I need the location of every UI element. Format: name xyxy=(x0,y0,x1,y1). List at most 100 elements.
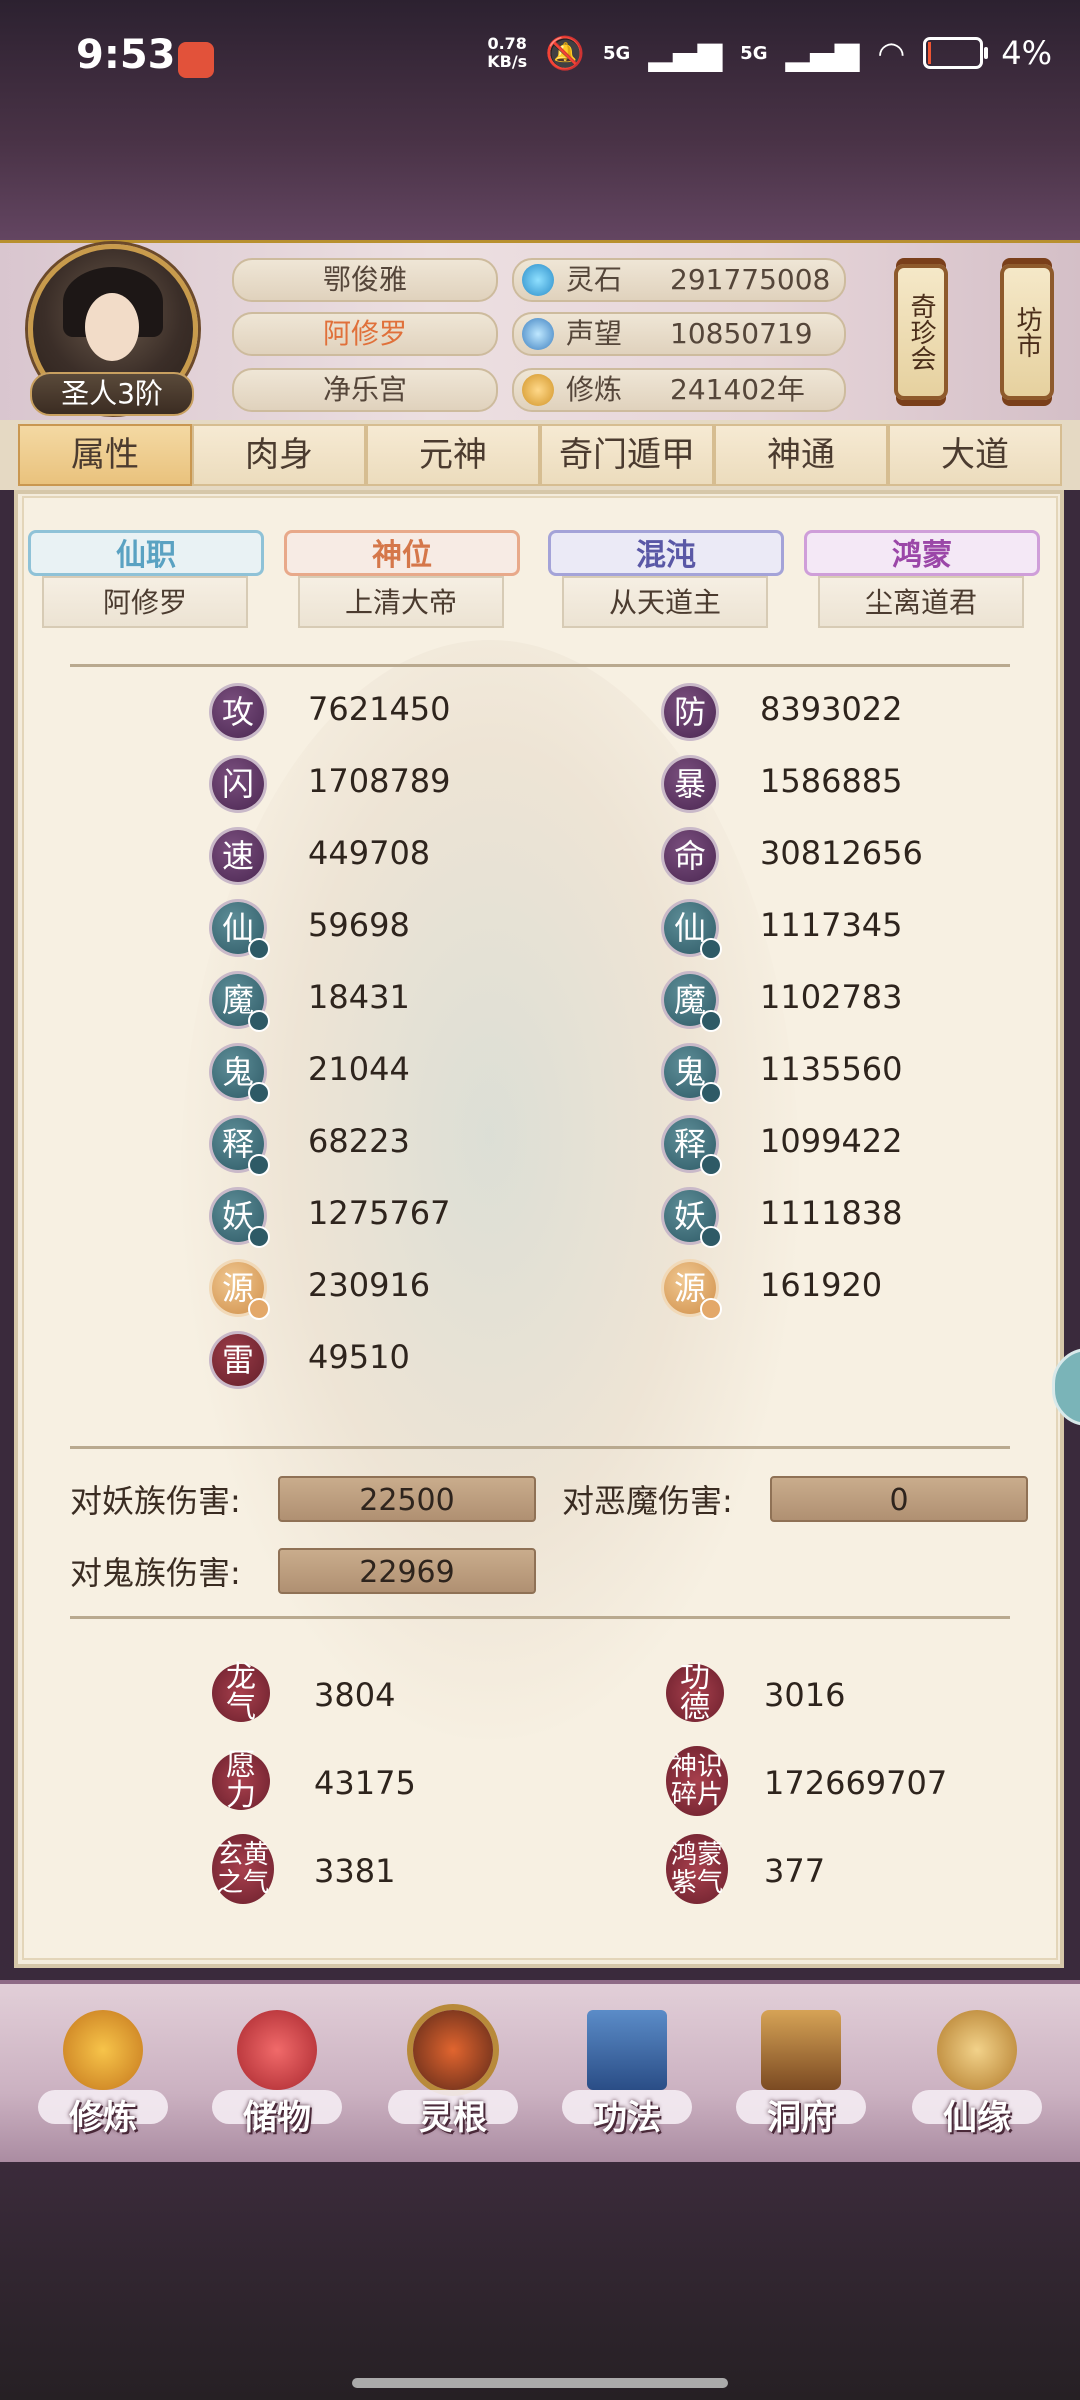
status-indicators: 0.78 KB/s 🔕 5G ▂▄▆ 5G ▂▄▆ ◠ 4% xyxy=(487,34,1052,72)
tab-primordial-spirit[interactable]: 元神 xyxy=(366,424,540,486)
xuanhuang-qi-icon: 玄黄之气 xyxy=(212,1834,274,1904)
position-immortal-office-value: 阿修罗 xyxy=(42,576,248,628)
nav-cave-abode[interactable]: 洞府 xyxy=(726,1990,876,2160)
nav-storage[interactable]: 储物 xyxy=(202,1990,352,2160)
wifi-icon: ◠ xyxy=(877,34,906,72)
technique-book-icon xyxy=(587,2010,667,2090)
nav-label: 洞府 xyxy=(767,2098,835,2138)
ghost-defense-icon: 鬼 xyxy=(664,1046,722,1104)
dodge-icon: 闪 xyxy=(212,758,264,810)
signal-5g-label-1: 5G xyxy=(603,42,631,64)
ghost-attack-value: 21044 xyxy=(308,1050,410,1088)
signal-5g-label-2: 5G xyxy=(740,42,768,64)
position-hongmeng-value: 尘离道君 xyxy=(818,576,1024,628)
resource-value: 241402年 xyxy=(670,373,805,406)
nav-immortal-fate[interactable]: 仙缘 xyxy=(902,1990,1052,2160)
market-button[interactable]: 坊市 xyxy=(1000,264,1054,400)
demon-attack-value: 18431 xyxy=(308,978,410,1016)
tab-qimen-dunjia[interactable]: 奇门遁甲 xyxy=(540,424,714,486)
ghost-damage-value: 22969 xyxy=(278,1548,536,1594)
immortal-defense-icon: 仙 xyxy=(664,902,722,960)
tab-body[interactable]: 肉身 xyxy=(192,424,366,486)
dodge-value: 1708789 xyxy=(308,762,451,800)
cave-abode-icon xyxy=(761,2010,841,2090)
thunder-value: 49510 xyxy=(308,1338,410,1376)
nav-label: 仙缘 xyxy=(943,2098,1011,2138)
monster-attack-value: 1275767 xyxy=(308,1194,451,1232)
home-indicator[interactable] xyxy=(352,2378,728,2388)
devil-damage-label: 对恶魔伤害: xyxy=(562,1482,733,1520)
character-name: 鄂俊雅 xyxy=(232,258,498,302)
nav-cultivate[interactable]: 修炼 xyxy=(28,1990,178,2160)
nav-spirit-root[interactable]: 灵根 xyxy=(378,1990,528,2160)
wish-power-value: 43175 xyxy=(314,1764,416,1802)
cultivate-icon xyxy=(63,2010,143,2090)
ghost-defense-value: 1135560 xyxy=(760,1050,903,1088)
divider xyxy=(70,1446,1010,1449)
nav-label: 灵根 xyxy=(419,2098,487,2138)
speed-value: 449708 xyxy=(308,834,431,872)
immortal-defense-value: 1117345 xyxy=(760,906,903,944)
buddhist-defense-value: 1099422 xyxy=(760,1122,903,1160)
battery-percent: 4% xyxy=(1001,34,1052,72)
position-chaos-value: 从天道主 xyxy=(562,576,768,628)
position-immortal-office-title: 仙职 xyxy=(28,530,264,576)
resource-spirit-stone: 灵石 291775008 xyxy=(512,258,846,302)
xuanhuang-qi-value: 3381 xyxy=(314,1852,396,1890)
devil-damage-value: 0 xyxy=(770,1476,1028,1522)
defense-value: 8393022 xyxy=(760,690,903,728)
net-speed-unit: KB/s xyxy=(487,52,528,71)
ghost-damage-label: 对鬼族伤害: xyxy=(70,1554,241,1592)
buddhist-attack-value: 68223 xyxy=(308,1122,410,1160)
tab-attributes[interactable]: 属性 xyxy=(18,424,192,486)
divine-sense-shard-value: 172669707 xyxy=(764,1764,948,1802)
divine-sense-shard-icon: 神识碎片 xyxy=(666,1746,728,1816)
resource-value: 291775008 xyxy=(670,263,831,296)
nav-techniques[interactable]: 功法 xyxy=(552,1990,702,2160)
crit-value: 1586885 xyxy=(760,762,903,800)
attack-icon: 攻 xyxy=(212,686,264,738)
thunder-icon: 雷 xyxy=(212,1334,264,1386)
monster-damage-value: 22500 xyxy=(278,1476,536,1522)
tab-divine-powers[interactable]: 神通 xyxy=(714,424,888,486)
character-title: 阿修罗 xyxy=(232,312,498,356)
signal-icon: ▂▄▆ xyxy=(648,34,723,72)
resource-value: 10850719 xyxy=(670,317,813,350)
ghost-attack-icon: 鬼 xyxy=(212,1046,270,1104)
character-sect: 净乐宫 xyxy=(232,368,498,412)
net-speed-value: 0.78 xyxy=(487,34,527,53)
tab-great-dao[interactable]: 大道 xyxy=(888,424,1062,486)
hp-icon: 命 xyxy=(664,830,716,882)
nav-label: 功法 xyxy=(593,2098,661,2138)
resource-cultivation: 修炼 241402年 xyxy=(512,368,846,412)
prestige-icon xyxy=(522,318,554,350)
merit-value: 3016 xyxy=(764,1676,846,1714)
cultivation-icon xyxy=(522,374,554,406)
demon-defense-icon: 魔 xyxy=(664,974,722,1032)
treasure-fair-button[interactable]: 奇珍会 xyxy=(894,264,948,400)
bottom-background xyxy=(0,2162,1080,2400)
monster-defense-icon: 妖 xyxy=(664,1190,722,1248)
resource-label: 灵石 xyxy=(566,263,623,296)
resource-label: 声望 xyxy=(566,317,623,350)
hongmeng-purple-qi-value: 377 xyxy=(764,1852,826,1890)
crit-icon: 暴 xyxy=(664,758,716,810)
notification-app-icon xyxy=(178,42,214,78)
position-divine-rank-title: 神位 xyxy=(284,530,520,576)
status-time: 9:53 xyxy=(76,32,176,78)
nav-label: 修炼 xyxy=(69,2098,137,2138)
spirit-stone-icon xyxy=(522,264,554,296)
signal-icon: ▂▄▆ xyxy=(785,34,860,72)
immortal-attack-value: 59698 xyxy=(308,906,410,944)
speed-icon: 速 xyxy=(212,830,264,882)
divider xyxy=(70,664,1010,667)
net-speed: 0.78 KB/s xyxy=(487,35,527,71)
rank-badge: 圣人3阶 xyxy=(30,372,194,416)
nav-label: 储物 xyxy=(243,2098,311,2138)
wish-power-icon: 愿力 xyxy=(212,1751,270,1811)
attack-value: 7621450 xyxy=(308,690,451,728)
source-attack-value: 230916 xyxy=(308,1266,431,1304)
mute-icon: 🔕 xyxy=(545,34,586,72)
divider xyxy=(70,1616,1010,1619)
resource-prestige: 声望 10850719 xyxy=(512,312,846,356)
